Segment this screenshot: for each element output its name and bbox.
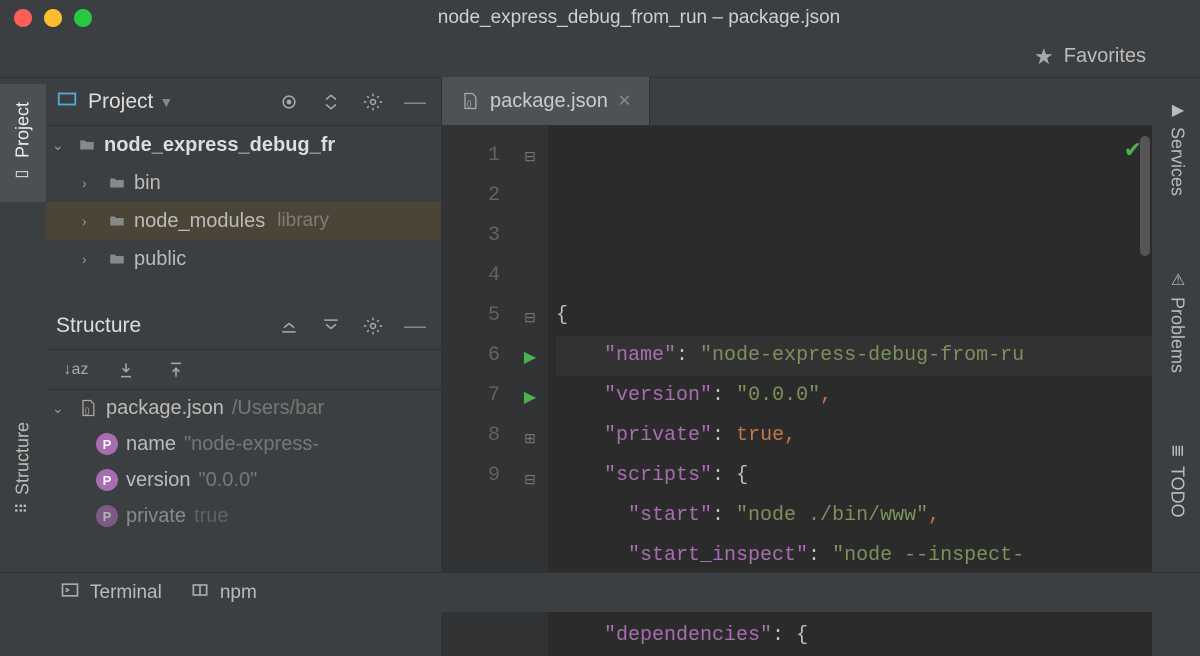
terminal-button[interactable]: Terminal bbox=[60, 580, 162, 606]
chevron-down-icon: ⌄ bbox=[52, 137, 70, 154]
expand-all-icon[interactable] bbox=[315, 86, 347, 118]
project-panel-title[interactable]: Project▼ bbox=[88, 90, 173, 114]
structure-panel-title: Structure bbox=[56, 314, 141, 338]
tree-root[interactable]: ⌄ node_express_debug_fr bbox=[46, 126, 441, 164]
structure-item-key: private bbox=[126, 505, 186, 528]
warning-icon: ⚠ bbox=[1168, 270, 1187, 289]
structure-item-key: version bbox=[126, 469, 190, 492]
tree-item[interactable]: › bin bbox=[46, 164, 441, 202]
terminal-label: Terminal bbox=[90, 582, 162, 604]
npm-label: npm bbox=[220, 582, 257, 604]
tool-tab-problems[interactable]: ⚠ Problems bbox=[1154, 248, 1200, 396]
tree-item-label: bin bbox=[134, 172, 161, 195]
tool-tab-label: TODO bbox=[1167, 466, 1188, 518]
project-panel-title-text: Project bbox=[88, 90, 153, 114]
folder-icon bbox=[106, 174, 128, 192]
property-icon: P bbox=[96, 469, 118, 491]
titlebar: node_express_debug_from_run – package.js… bbox=[0, 0, 1200, 36]
folder-icon bbox=[76, 136, 98, 154]
favorites-button[interactable]: Favorites bbox=[1064, 45, 1146, 68]
tree-item-badge: library bbox=[277, 210, 329, 232]
structure-root[interactable]: ⌄ {} package.json /Users/bar bbox=[46, 390, 441, 426]
structure-item-value: "0.0.0" bbox=[198, 469, 257, 492]
structure-tree[interactable]: ⌄ {} package.json /Users/bar P name "nod… bbox=[46, 390, 441, 656]
tool-tab-services[interactable]: ▶ Services bbox=[1154, 84, 1200, 212]
npm-icon bbox=[190, 580, 210, 606]
tree-item[interactable]: › public bbox=[46, 240, 441, 278]
hide-panel-icon[interactable]: — bbox=[399, 86, 431, 118]
editor: {} package.json ✕ 123456789 ⊟ ⊟▶▶⊞⊟ ✔ { … bbox=[442, 78, 1154, 656]
project-icon bbox=[56, 88, 78, 115]
tool-tab-label: Structure bbox=[13, 422, 34, 495]
sort-alpha-icon[interactable]: ↓aᴢ bbox=[60, 354, 92, 386]
play-icon: ▶ bbox=[1168, 100, 1187, 119]
hide-panel-icon[interactable]: — bbox=[399, 310, 431, 342]
chevron-right-icon: › bbox=[82, 175, 100, 191]
structure-panel-header: Structure — bbox=[46, 302, 441, 350]
structure-item[interactable]: P name "node-express- bbox=[46, 426, 441, 462]
structure-file-path: /Users/bar bbox=[232, 397, 324, 420]
close-icon[interactable]: ✕ bbox=[618, 91, 631, 111]
folder-icon bbox=[106, 250, 128, 268]
right-tool-strip: ▶ Services ⚠ Problems ≣ TODO bbox=[1154, 78, 1200, 656]
property-icon: P bbox=[96, 505, 118, 527]
scrollbar-thumb[interactable] bbox=[1140, 136, 1150, 256]
tool-tab-label: Services bbox=[1167, 127, 1188, 196]
structure-item-value: true bbox=[194, 505, 228, 528]
tree-item-label: node_modules bbox=[134, 210, 265, 233]
structure-item[interactable]: P private true bbox=[46, 498, 441, 534]
autoscroll-to-icon[interactable] bbox=[110, 354, 142, 386]
side-panel: Project▼ — ⌄ node_express_debug_fr › bin bbox=[46, 78, 442, 656]
folder-icon: ▭ bbox=[14, 166, 33, 185]
tool-tab-label: Problems bbox=[1167, 297, 1188, 373]
minimize-window-button[interactable] bbox=[44, 9, 62, 27]
star-icon: ★ bbox=[1034, 44, 1054, 70]
collapse-all-icon[interactable] bbox=[315, 310, 347, 342]
zoom-window-button[interactable] bbox=[74, 9, 92, 27]
structure-icon: ⠿ bbox=[14, 503, 33, 515]
tool-tab-label: Project bbox=[13, 101, 34, 157]
tool-tab-todo[interactable]: ≣ TODO bbox=[1154, 426, 1200, 536]
editor-tab[interactable]: {} package.json ✕ bbox=[442, 77, 650, 125]
editor-tabbar: {} package.json ✕ bbox=[442, 78, 1154, 126]
svg-text:{}: {} bbox=[467, 99, 473, 108]
tool-tab-structure[interactable]: ⠿ Structure bbox=[0, 398, 46, 538]
tool-tab-project[interactable]: ▭ Project bbox=[0, 84, 46, 202]
editor-tab-label: package.json bbox=[490, 90, 608, 113]
property-icon: P bbox=[96, 433, 118, 455]
tree-item[interactable]: › node_modules library bbox=[46, 202, 441, 240]
terminal-icon bbox=[60, 580, 80, 606]
gear-icon[interactable] bbox=[357, 310, 389, 342]
structure-item-key: name bbox=[126, 433, 176, 456]
structure-toolbar: ↓aᴢ bbox=[46, 350, 441, 390]
locate-icon[interactable] bbox=[273, 86, 305, 118]
window-controls bbox=[14, 9, 92, 27]
left-tool-strip: ▭ Project ⠿ Structure bbox=[0, 78, 46, 656]
json-file-icon: {} bbox=[460, 91, 480, 111]
npm-button[interactable]: npm bbox=[190, 580, 257, 606]
structure-file-label: package.json bbox=[106, 397, 224, 420]
toolbar-row: ★ Favorites bbox=[0, 36, 1200, 78]
structure-item-value: "node-express- bbox=[184, 433, 319, 456]
chevron-down-icon: ⌄ bbox=[52, 400, 70, 417]
autoscroll-from-icon[interactable] bbox=[160, 354, 192, 386]
chevron-right-icon: › bbox=[82, 213, 100, 229]
tree-item-label: public bbox=[134, 248, 186, 271]
project-panel-header: Project▼ — bbox=[46, 78, 441, 126]
bottom-bar: Terminal npm bbox=[0, 572, 1200, 612]
json-file-icon: {} bbox=[78, 398, 98, 418]
chevron-right-icon: › bbox=[82, 251, 100, 267]
close-window-button[interactable] bbox=[14, 9, 32, 27]
window-title: node_express_debug_from_run – package.js… bbox=[92, 7, 1186, 29]
project-tree[interactable]: ⌄ node_express_debug_fr › bin › node_mod… bbox=[46, 126, 441, 302]
tree-root-label: node_express_debug_fr bbox=[104, 134, 335, 157]
gear-icon[interactable] bbox=[357, 86, 389, 118]
structure-item[interactable]: P version "0.0.0" bbox=[46, 462, 441, 498]
svg-text:{}: {} bbox=[85, 406, 91, 415]
folder-icon bbox=[106, 212, 128, 230]
expand-all-icon[interactable] bbox=[273, 310, 305, 342]
list-icon: ≣ bbox=[1168, 444, 1187, 457]
